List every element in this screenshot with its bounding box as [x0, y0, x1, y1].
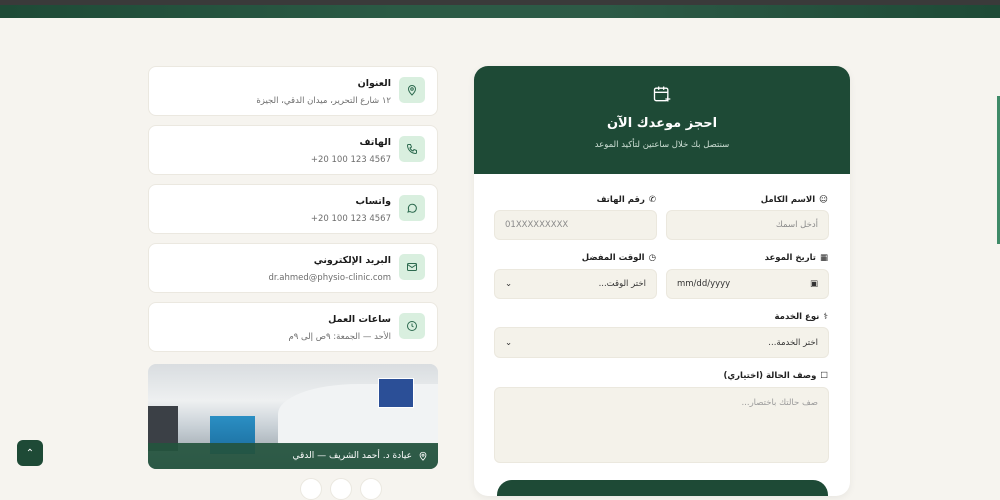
- phone-label: ✆ رقم الهاتف: [596, 195, 656, 205]
- photo-caption-text: عيادة د. أحمد الشريف — الدقي: [292, 451, 412, 461]
- photo-wall: [278, 384, 438, 444]
- contact-card-hours: ساعات العمل الأحد — الجمعة: ٩ص إلى ٩م: [148, 302, 438, 352]
- contact-card-whatsapp[interactable]: واتساب +20 100 123 4567: [148, 184, 438, 234]
- contact-card-address: العنوان ١٢ شارع التحرير، ميدان الدقي، ال…: [148, 66, 438, 116]
- contact-card-phone[interactable]: الهاتف +20 100 123 4567: [148, 125, 438, 175]
- time-select[interactable]: اختر الوقت... ⌄: [494, 269, 657, 299]
- name-label: ☺ الاسم الكامل: [760, 195, 828, 205]
- service-value: اختر الخدمة...: [768, 337, 818, 348]
- booking-form: احجز موعدك الآن سنتصل بك خلال ساعتين لتأ…: [474, 66, 850, 496]
- form-header: احجز موعدك الآن سنتصل بك خلال ساعتين لتأ…: [474, 66, 850, 174]
- card-title: البريد الإلكتروني: [313, 255, 391, 266]
- card-title: العنوان: [357, 78, 391, 89]
- phone-input[interactable]: 01XXXXXXXXX: [494, 210, 657, 240]
- clinic-photo: عيادة د. أحمد الشريف — الدقي: [148, 364, 438, 469]
- map-pin-icon: [399, 77, 425, 103]
- name-input[interactable]: أدخل اسمك: [666, 210, 829, 240]
- calendar-plus-icon: [653, 86, 671, 102]
- map-pin-icon: [419, 451, 427, 461]
- hero-section-bottom: [0, 5, 1000, 18]
- form-title: احجز موعدك الآن: [606, 116, 718, 131]
- description-label: ☐ وصف الحالة (اختياري): [723, 371, 828, 381]
- date-value: mm/dd/yyyy: [677, 279, 731, 289]
- chevron-down-icon: ⌄: [505, 279, 513, 289]
- calendar-picker-icon[interactable]: ▣: [810, 279, 818, 289]
- description-textarea[interactable]: صف حالتك باختصار...: [494, 387, 829, 463]
- time-label: ◷ الوقت المفضل: [581, 253, 656, 263]
- card-title: ساعات العمل: [328, 314, 391, 325]
- stethoscope-icon: ⚕: [823, 312, 828, 322]
- gallery-dot[interactable]: [330, 478, 352, 500]
- service-label: ⚕ نوع الخدمة: [774, 312, 828, 322]
- service-select[interactable]: اختر الخدمة... ⌄: [494, 327, 829, 358]
- user-icon: ☺: [819, 195, 828, 205]
- card-title: واتساب: [355, 196, 391, 207]
- time-value: اختر الوقت...: [598, 279, 646, 289]
- card-title: الهاتف: [359, 137, 391, 148]
- chevron-down-icon: ⌄: [505, 337, 513, 348]
- clock-icon: [399, 313, 425, 339]
- mail-icon: [399, 254, 425, 280]
- calendar-icon: ▦: [819, 253, 828, 263]
- date-label: ▦ تاريخ الموعد: [764, 253, 828, 263]
- card-value: الأحد — الجمعة: ٩ص إلى ٩م: [288, 332, 391, 342]
- submit-button[interactable]: [497, 480, 828, 496]
- card-value: dr.ahmed@physio-clinic.com: [268, 273, 391, 283]
- card-value: ١٢ شارع التحرير، ميدان الدقي، الجيزة: [256, 96, 391, 106]
- phone-icon: [399, 136, 425, 162]
- gallery-dot[interactable]: [360, 478, 382, 500]
- gallery-dot[interactable]: [300, 478, 322, 500]
- date-input[interactable]: mm/dd/yyyy ▣: [666, 269, 829, 299]
- message-icon: ☐: [820, 371, 828, 381]
- photo-sign: [378, 378, 414, 408]
- card-value: +20 100 123 4567: [310, 155, 391, 165]
- card-value: +20 100 123 4567: [310, 214, 391, 224]
- scroll-to-top-button[interactable]: ⌃: [17, 440, 43, 466]
- form-subtitle: سنتصل بك خلال ساعتين لتأكيد الموعد: [594, 140, 730, 150]
- photo-caption: عيادة د. أحمد الشريف — الدقي: [148, 443, 438, 469]
- clock-icon: ◷: [648, 253, 656, 263]
- phone-icon: ✆: [648, 195, 656, 205]
- contact-card-email[interactable]: البريد الإلكتروني dr.ahmed@physio-clinic…: [148, 243, 438, 293]
- whatsapp-icon: [399, 195, 425, 221]
- chevron-up-icon: ⌃: [25, 447, 35, 459]
